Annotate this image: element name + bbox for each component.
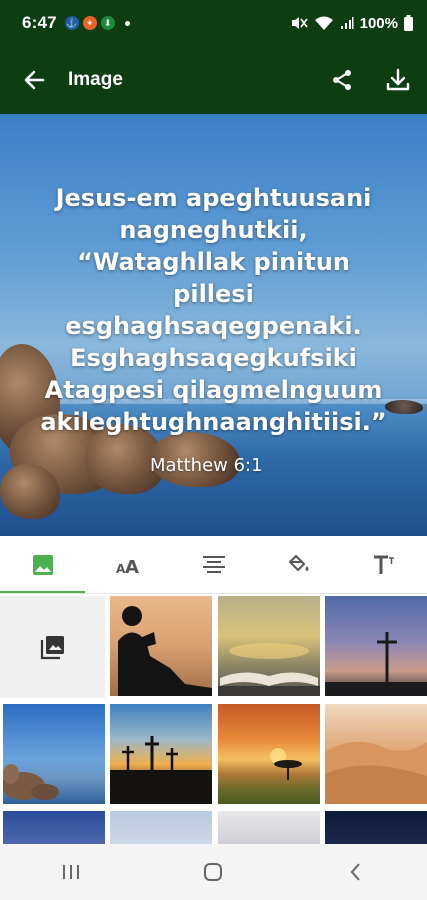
background-option[interactable] [325,704,427,804]
system-back-button[interactable] [343,859,369,885]
battery-icon [404,15,413,31]
lake-rocks-image [3,764,59,800]
background-option[interactable] [3,811,105,844]
background-option[interactable] [218,704,320,804]
mute-icon [291,17,308,29]
desert-dunes-image [325,741,427,804]
tab-font-size[interactable]: A A [85,536,170,594]
status-time: 6:47 [22,13,57,32]
verse-reference: Matthew 6:1 [150,455,263,476]
tab-text-format[interactable] [342,536,427,594]
verse-line: nagneghutkii, [119,216,308,244]
tab-alignment[interactable] [171,536,256,594]
screen: 6:47 ⚓ ✦ ⬇ + 100% Image Jesus-em apeghtu… [0,0,427,900]
font-size-icon: A A [116,557,139,576]
back-arrow-icon [24,70,45,90]
editor-tabs: A A [0,536,427,594]
app-icon-orange: ✦ [82,16,97,30]
verse-line: Atagpesi qilagmelnguum [44,376,383,404]
text-format-icon [374,555,395,574]
verse-image-preview: Jesus-em apeghtuusani nagneghutkii, “Wat… [0,114,427,536]
app-icon-blue: ⚓ [64,16,79,30]
signal-icon [340,17,354,29]
cross-dusk-image [325,632,427,696]
app-icon-green: ⬇ [100,16,115,30]
recent-apps-icon [63,865,80,879]
verse-line: akileghtughnaanghitiisi.” [40,408,387,436]
system-nav-bar [0,844,427,900]
background-option[interactable] [218,811,320,844]
recent-apps-button[interactable] [58,859,84,885]
three-crosses-image [110,736,212,804]
open-bible-sunset-image [218,643,320,696]
svg-text:A: A [125,557,139,576]
share-icon [333,70,351,90]
image-icon [32,555,53,575]
back-button[interactable] [22,68,46,92]
align-center-icon [202,556,225,573]
background-image-grid [0,596,427,844]
share-button[interactable] [329,67,355,93]
verse-text: Jesus-em apeghtuusani nagneghutkii, “Wat… [0,182,427,438]
back-icon [350,863,360,881]
verse-line: Jesus-em apeghtuusani [55,184,372,212]
verse-line: esghaghsaqegpenaki. [65,312,362,340]
tab-divider [0,593,427,594]
battery-percent: 100% [359,14,398,32]
verse-line: pillesi [173,280,254,308]
home-icon [204,863,223,881]
download-button[interactable] [385,67,411,93]
wifi-icon: + [314,16,333,31]
page-title: Image [68,69,123,90]
savanna-sunset-image [270,748,302,780]
gallery-picker-tile[interactable] [0,596,105,698]
background-option[interactable] [110,596,212,696]
background-option[interactable] [110,811,212,844]
photo-library-icon [40,636,64,660]
svg-text:+: + [326,25,330,31]
background-option[interactable] [110,704,212,804]
status-bar: 6:47 ⚓ ✦ ⬇ + 100% [0,0,427,46]
download-icon [386,68,410,91]
app-bar: Image [0,46,427,114]
home-button[interactable] [200,859,226,885]
tab-text-color[interactable] [256,536,341,594]
tab-background-image[interactable] [0,536,86,594]
notification-icons: ⚓ ✦ ⬇ [64,16,130,30]
verse-line: “Wataghllak pinitun [77,248,350,276]
background-option[interactable] [325,811,427,844]
fill-color-icon [288,555,309,571]
app-bar-actions [329,67,411,93]
verse-line: Esghaghsaqegkufsiki [70,344,357,372]
background-option[interactable] [218,596,320,696]
background-option[interactable] [3,704,105,804]
background-option[interactable] [325,596,427,696]
silhouette-reading-image [118,606,212,696]
more-notifications-dot [124,20,130,26]
status-right: + 100% [290,15,413,32]
